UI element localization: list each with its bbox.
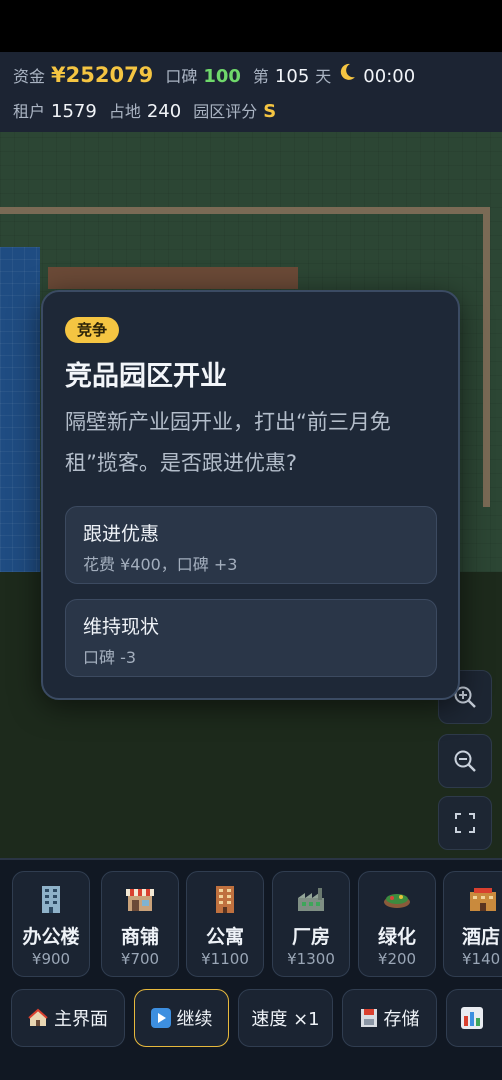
fullscreen-button[interactable] xyxy=(438,796,492,850)
building-name: 商铺 xyxy=(120,926,159,948)
event-description: 隔壁新产业园开业，打出“前三月免租”揽客。是否跟进优惠? xyxy=(65,410,391,475)
option-effect: 口碑 -3 xyxy=(83,648,137,667)
save-label: 存储 xyxy=(383,1009,420,1030)
building-name: 办公楼 xyxy=(22,926,80,948)
building-price: ¥1300 xyxy=(287,950,335,968)
building-name: 绿化 xyxy=(377,926,416,948)
rating-value: S xyxy=(263,101,277,122)
event-option-follow[interactable]: 跟进优惠 花费 ¥400，口碑 +3 xyxy=(65,506,437,584)
day-suffix: 天 xyxy=(315,67,332,86)
fullscreen-icon xyxy=(455,813,475,833)
hud-row-secondary: 租户 1579 占地 240 园区评分 S xyxy=(13,98,276,122)
continue-button[interactable]: 继续 xyxy=(134,989,229,1047)
save-button[interactable]: 存储 xyxy=(342,989,437,1047)
factory-icon xyxy=(273,884,349,914)
day-value: 105 xyxy=(274,66,310,87)
building-name: 厂房 xyxy=(291,926,330,948)
funds-value: ¥252079 xyxy=(51,63,154,87)
build-apartment-button[interactable]: 公寓 ¥1100 xyxy=(186,871,264,977)
speed-label: 速度 ×1 xyxy=(251,1009,320,1030)
hud-row-primary: 资金 ¥252079 口碑 100 第 105 天 00:00 xyxy=(13,62,427,87)
save-icon xyxy=(360,1008,378,1028)
rating-label: 园区评分 xyxy=(193,102,258,121)
building-price: ¥900 xyxy=(31,950,71,968)
clock-time: 00:00 xyxy=(363,66,416,87)
building-name: 公寓 xyxy=(205,926,244,948)
water-pool xyxy=(0,247,40,572)
option-title: 跟进优惠 xyxy=(83,523,160,545)
event-title: 竞品园区开业 xyxy=(65,361,227,392)
speed-button[interactable]: 速度 ×1 xyxy=(238,989,333,1047)
continue-label: 继续 xyxy=(176,1009,213,1030)
build-toolbar: 办公楼 ¥900 商铺 ¥700 公寓 ¥1100 厂房 ¥1300 绿化 ¥2… xyxy=(0,858,502,1080)
greenery-icon xyxy=(359,884,435,914)
building-price: ¥200 xyxy=(377,950,417,968)
event-dialog: 竞争 竞品园区开业 隔壁新产业园开业，打出“前三月免租”揽客。是否跟进优惠? 跟… xyxy=(41,290,460,700)
shop-icon xyxy=(102,884,178,914)
moon-icon xyxy=(337,62,357,87)
home-button[interactable]: 主界面 xyxy=(11,989,125,1047)
option-effect: 花费 ¥400，口碑 +3 xyxy=(83,555,238,574)
zoom-out-button[interactable] xyxy=(438,734,492,788)
tenants-label: 租户 xyxy=(13,102,46,121)
road-vertical xyxy=(483,207,490,507)
land-label: 占地 xyxy=(108,102,141,121)
day-prefix: 第 xyxy=(252,67,269,86)
building-price: ¥140 xyxy=(462,950,501,968)
bar-chart-icon xyxy=(461,1007,483,1029)
event-option-maintain[interactable]: 维持现状 口碑 -3 xyxy=(65,599,437,677)
building-name: 酒店 xyxy=(462,926,501,948)
option-title: 维持现状 xyxy=(83,616,160,638)
building-price: ¥1100 xyxy=(201,950,249,968)
road-horizontal xyxy=(0,207,490,214)
funds-label: 资金 xyxy=(13,67,46,86)
build-factory-button[interactable]: 厂房 ¥1300 xyxy=(272,871,350,977)
build-shop-button[interactable]: 商铺 ¥700 xyxy=(101,871,179,977)
apartment-icon xyxy=(187,884,263,914)
event-tag-badge: 竞争 xyxy=(65,317,120,343)
build-hotel-button[interactable]: 酒店 ¥140 xyxy=(443,871,502,977)
home-label: 主界面 xyxy=(54,1009,108,1030)
building-row xyxy=(48,267,298,289)
play-icon xyxy=(150,1008,171,1028)
land-value: 240 xyxy=(146,101,182,122)
build-greenery-button[interactable]: 绿化 ¥200 xyxy=(358,871,436,977)
build-office-button[interactable]: 办公楼 ¥900 xyxy=(12,871,90,977)
office-building-icon xyxy=(13,884,89,914)
zoom-out-icon xyxy=(454,750,476,772)
stats-button[interactable] xyxy=(446,989,502,1047)
reputation-value: 100 xyxy=(203,66,241,87)
status-bar: 资金 ¥252079 口碑 100 第 105 天 00:00 租户 1579 … xyxy=(0,52,502,132)
building-price: ¥700 xyxy=(120,950,160,968)
hotel-icon xyxy=(444,884,502,914)
house-icon xyxy=(28,1008,48,1028)
tenants-value: 1579 xyxy=(51,101,97,122)
reputation-label: 口碑 xyxy=(165,67,198,86)
